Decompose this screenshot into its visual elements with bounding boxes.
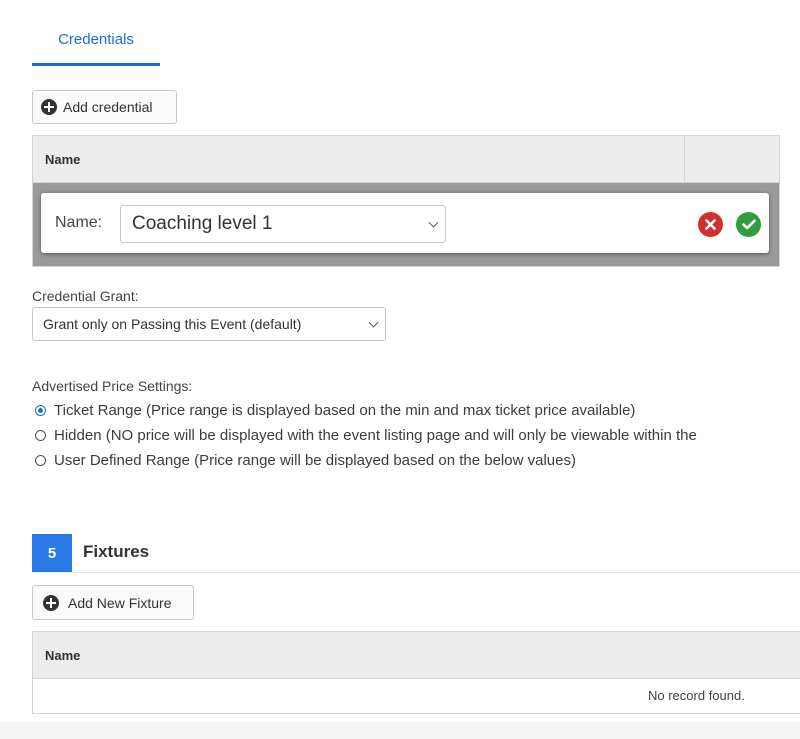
empty-table-message: No record found. [648, 688, 745, 703]
confirm-edit-button[interactable] [736, 212, 761, 237]
add-credential-button[interactable]: Add credential [32, 90, 177, 124]
tab-divider [32, 66, 800, 67]
radio-label: Ticket Range (Price range is displayed b… [54, 401, 636, 419]
price-settings-label: Advertised Price Settings: [32, 378, 193, 394]
credentials-table: Name Name: Coaching level 1 [32, 135, 780, 267]
credential-name-label: Name: [55, 214, 103, 231]
chevron-down-icon [428, 217, 439, 228]
radio-button[interactable] [35, 429, 46, 441]
cancel-edit-button[interactable] [698, 212, 723, 237]
radio-option-hidden[interactable]: Hidden (NO price will be displayed with … [35, 423, 697, 447]
column-header-name: Name [45, 647, 81, 663]
radio-button-checked[interactable] [35, 404, 46, 416]
credential-grant-select[interactable]: Grant only on Passing this Event (defaul… [32, 307, 386, 341]
page-footer-strip [0, 722, 800, 739]
column-header-actions [684, 136, 779, 182]
step-number-badge: 5 [32, 534, 72, 572]
radio-option-ticket-range[interactable]: Ticket Range (Price range is displayed b… [35, 398, 635, 422]
plus-circle-icon [41, 99, 57, 115]
add-new-fixture-button[interactable]: Add New Fixture [32, 585, 194, 620]
add-credential-label: Add credential [63, 99, 153, 115]
credential-name-select[interactable]: Coaching level 1 [120, 205, 446, 243]
fixtures-table-header: Name [33, 632, 800, 679]
radio-label: Hidden (NO price will be displayed with … [54, 426, 697, 444]
plus-circle-icon [43, 594, 59, 611]
credential-edit-row: Name: Coaching level 1 [33, 183, 779, 266]
credential-edit-card: Name: Coaching level 1 [41, 193, 769, 253]
credentials-table-header: Name [33, 136, 779, 183]
fixtures-table: Name No record found. [32, 631, 800, 714]
fixtures-section-divider [72, 572, 800, 573]
fixtures-section-title: Fixtures [83, 542, 150, 561]
credential-name-value: Coaching level 1 [132, 213, 273, 234]
column-header-name: Name [45, 151, 81, 167]
radio-button[interactable] [35, 454, 46, 466]
tab-credentials[interactable]: Credentials [32, 28, 160, 66]
chevron-down-icon [368, 317, 379, 328]
x-icon [705, 219, 716, 230]
check-icon [741, 219, 756, 230]
add-new-fixture-label: Add New Fixture [68, 594, 172, 611]
radio-label: User Defined Range (Price range will be … [54, 451, 576, 469]
radio-option-user-defined[interactable]: User Defined Range (Price range will be … [35, 448, 576, 472]
credential-grant-value: Grant only on Passing this Event (defaul… [43, 316, 302, 332]
credential-grant-label: Credential Grant: [32, 288, 139, 304]
